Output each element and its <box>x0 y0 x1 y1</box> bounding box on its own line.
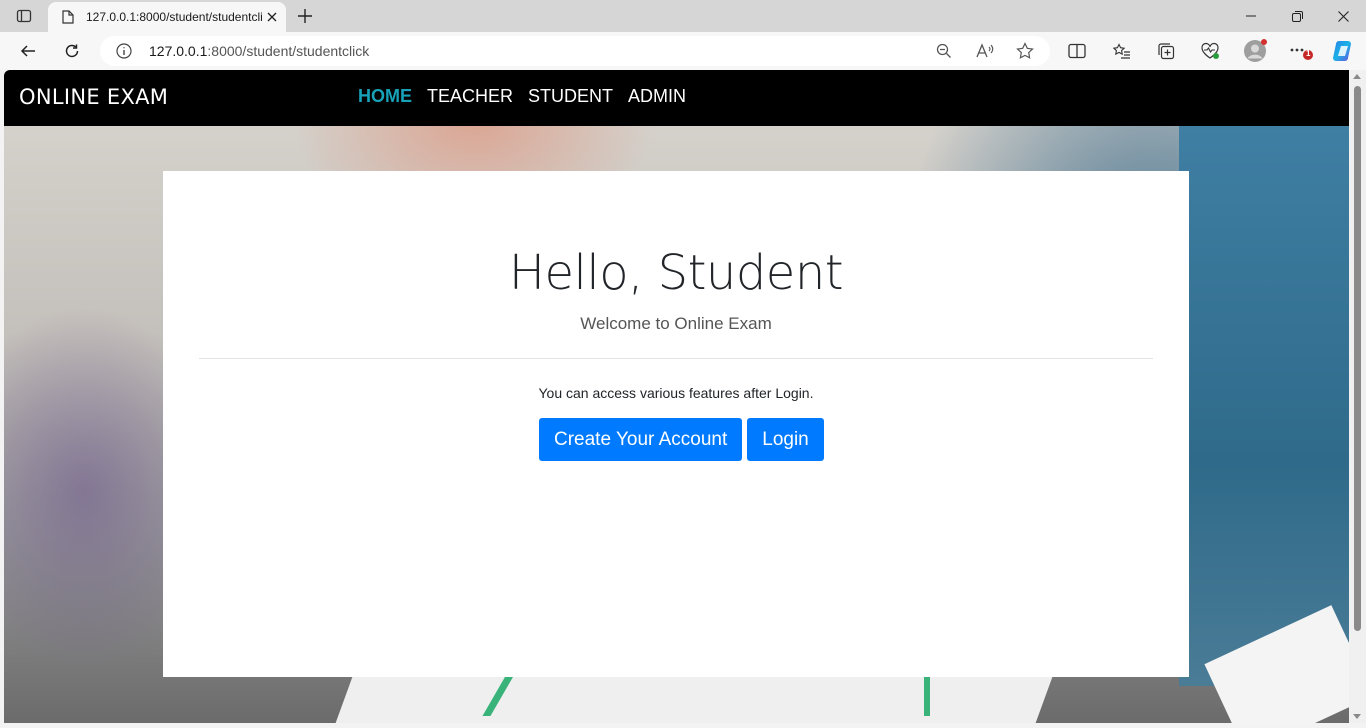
read-aloud-button[interactable] <box>975 41 995 61</box>
page-title: Hello, Student <box>508 245 844 301</box>
copilot-button[interactable] <box>1329 36 1359 66</box>
browser-tabstrip: 127.0.0.1:8000/student/studentclick <box>0 0 1366 32</box>
refresh-icon <box>65 44 79 58</box>
avatar-icon <box>1244 39 1267 62</box>
plus-icon <box>298 9 312 23</box>
divider <box>199 358 1153 359</box>
back-arrow-icon <box>20 45 35 57</box>
collections-button[interactable] <box>1151 36 1181 66</box>
url-text[interactable]: 127.0.0.1:8000/student/studentclick <box>149 43 369 59</box>
restore-button[interactable] <box>1274 0 1320 32</box>
favorite-button[interactable] <box>1015 41 1035 61</box>
page-scrollbar[interactable] <box>1349 70 1366 723</box>
action-buttons: Create Your Account Login <box>539 418 824 461</box>
restore-icon <box>1291 10 1303 22</box>
browser-essentials-button[interactable] <box>1195 36 1225 66</box>
profile-button[interactable] <box>1240 36 1270 66</box>
nav-link-student[interactable]: STUDENT <box>528 86 613 107</box>
back-button[interactable] <box>13 36 43 66</box>
background-photo-shirt <box>1179 126 1349 686</box>
split-screen-icon <box>1068 43 1086 59</box>
zoom-button[interactable] <box>934 41 954 61</box>
page-icon <box>60 9 76 25</box>
login-button[interactable]: Login <box>747 418 824 461</box>
scroll-thumb[interactable] <box>1354 86 1361 631</box>
collections-icon <box>1158 43 1175 60</box>
split-screen-button[interactable] <box>1062 36 1092 66</box>
heart-pulse-icon <box>1201 42 1219 59</box>
zoom-out-icon <box>936 43 951 58</box>
background-photo-detail <box>924 676 930 716</box>
nav-link-home[interactable]: HOME <box>358 86 412 107</box>
minimize-icon <box>1246 15 1256 17</box>
favorites-list-icon <box>1113 43 1130 59</box>
create-account-button[interactable]: Create Your Account <box>539 418 743 461</box>
site-navbar: ONLINE EXAM HOME TEACHER STUDENT ADMIN <box>4 70 1349 126</box>
minimize-button[interactable] <box>1228 0 1274 32</box>
scroll-down-arrow-icon[interactable] <box>1353 714 1361 719</box>
favorites-button[interactable] <box>1107 36 1137 66</box>
nav-link-admin[interactable]: ADMIN <box>628 86 686 107</box>
tab-actions-button[interactable] <box>10 4 38 28</box>
site-brand[interactable]: ONLINE EXAM <box>19 85 168 109</box>
notification-badge: 1 <box>1306 49 1311 58</box>
tab-actions-icon <box>16 9 32 23</box>
refresh-button[interactable] <box>57 36 87 66</box>
tab-title: 127.0.0.1:8000/student/studentclick <box>86 10 262 24</box>
page-subtitle: Welcome to Online Exam <box>580 314 772 333</box>
close-icon <box>1337 10 1349 22</box>
nav-link-teacher[interactable]: TEACHER <box>427 86 513 107</box>
new-tab-button[interactable] <box>292 4 318 28</box>
browser-tab[interactable]: 127.0.0.1:8000/student/studentclick <box>48 2 286 32</box>
read-aloud-icon <box>976 43 994 58</box>
browser-toolbar: 127.0.0.1:8000/student/studentclick 1 <box>0 32 1366 70</box>
info-text: You can access various features after Lo… <box>538 385 814 401</box>
settings-more-button[interactable]: 1 <box>1286 36 1316 66</box>
background-photo-paper <box>333 670 1055 723</box>
nav-links: HOME TEACHER STUDENT ADMIN <box>358 86 686 107</box>
scroll-up-arrow-icon[interactable] <box>1353 74 1361 79</box>
address-bar[interactable]: 127.0.0.1:8000/student/studentclick <box>100 36 1050 66</box>
close-tab-icon[interactable] <box>264 9 280 25</box>
site-info-icon[interactable] <box>116 43 132 59</box>
page-viewport: ONLINE EXAM HOME TEACHER STUDENT ADMIN H… <box>4 70 1349 723</box>
jumbotron-card: Hello, Student Welcome to Online Exam Yo… <box>163 171 1189 677</box>
close-window-button[interactable] <box>1320 0 1366 32</box>
copilot-icon <box>1333 41 1351 61</box>
star-icon <box>1016 42 1034 59</box>
